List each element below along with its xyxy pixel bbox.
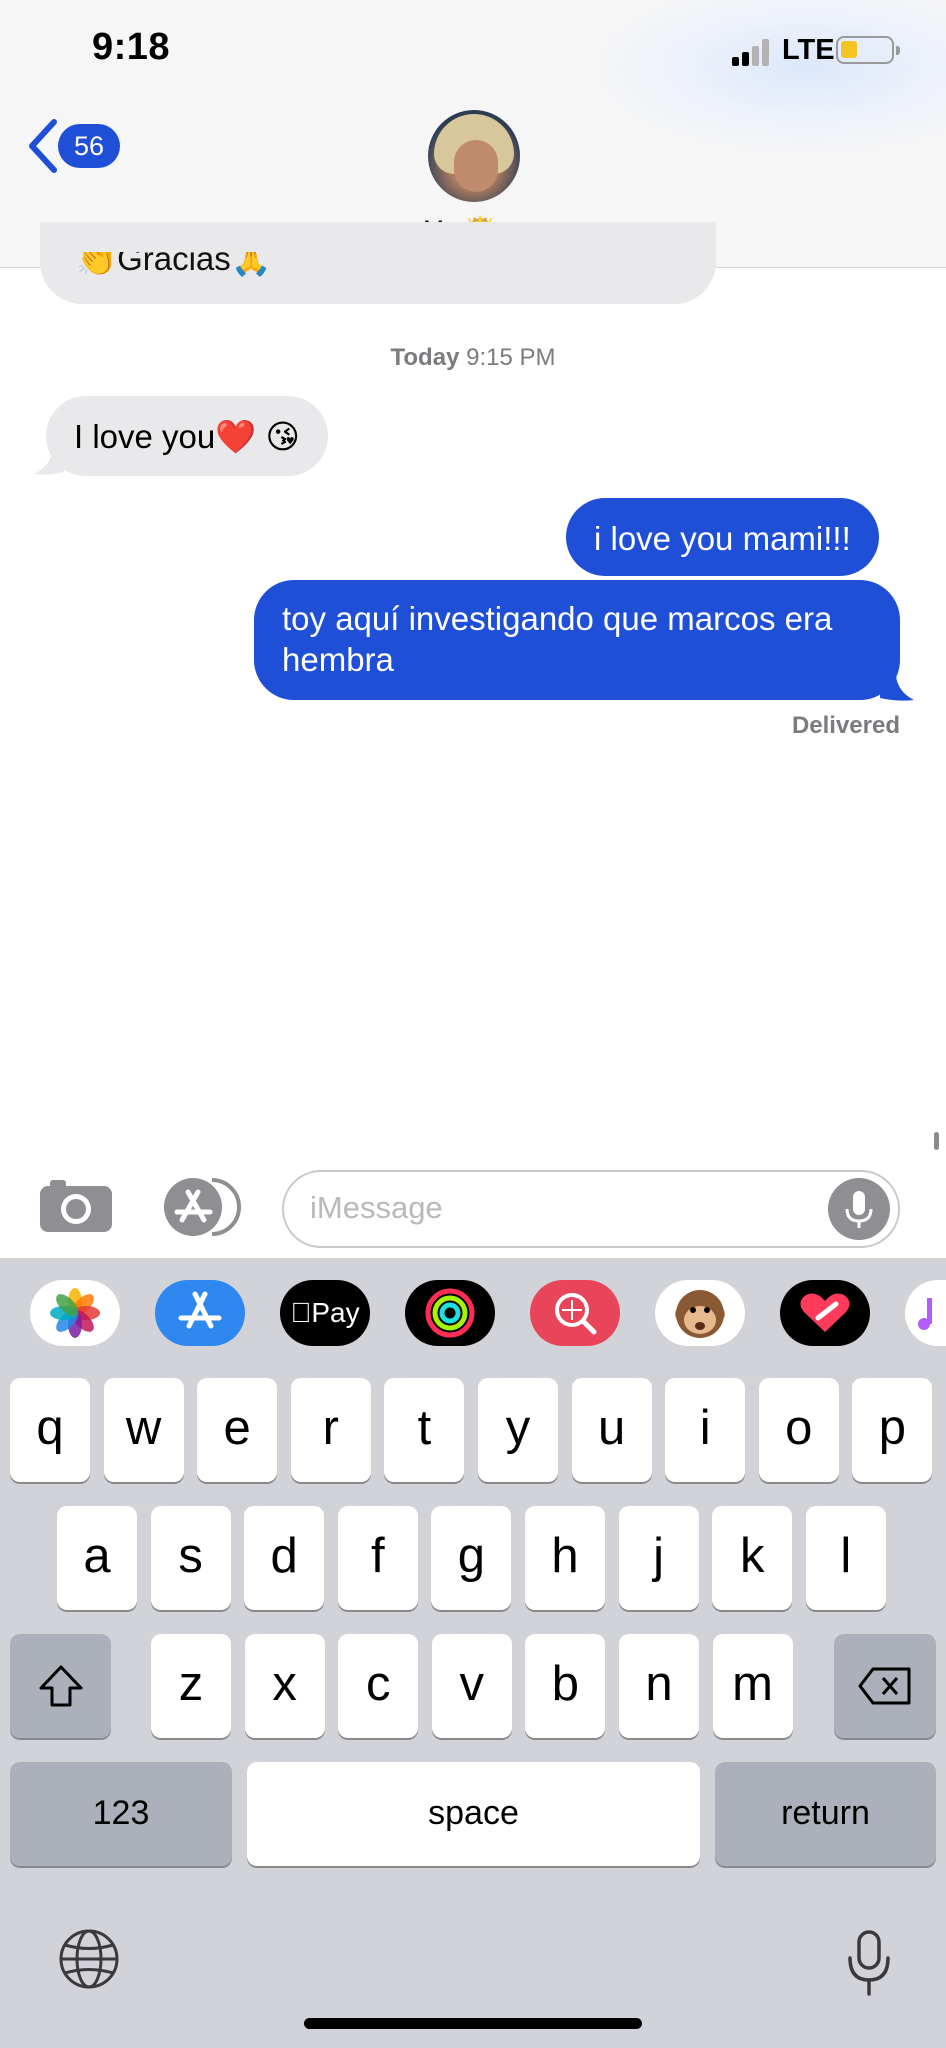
numbers-key[interactable]: 123 [10,1762,232,1866]
key-h[interactable]: h [525,1506,605,1610]
globe-icon[interactable] [58,1928,120,1990]
key-c[interactable]: c [338,1634,419,1738]
key-u[interactable]: u [571,1378,652,1482]
animoji-app-icon[interactable] [655,1280,745,1346]
message-input-placeholder[interactable]: iMessage [310,1190,443,1226]
key-q[interactable]: q [10,1378,90,1482]
key-f[interactable]: f [337,1506,418,1610]
camera-icon[interactable] [38,1176,114,1234]
key-o[interactable]: o [758,1378,839,1482]
shift-key[interactable] [10,1634,111,1738]
key-y[interactable]: y [478,1378,558,1482]
back-chevron-icon[interactable] [26,118,60,174]
contact-avatar[interactable] [428,110,520,202]
key-r[interactable]: r [290,1378,371,1482]
network-type: LTE [782,34,835,66]
key-x[interactable]: x [244,1634,325,1738]
apple-pay-app-icon[interactable]: Pay [280,1280,370,1346]
header-glow [600,0,946,150]
microphone-icon[interactable] [828,1178,890,1240]
digital-touch-app-icon[interactable] [780,1280,870,1346]
key-j[interactable]: j [618,1506,699,1610]
home-indicator[interactable] [304,2018,642,2029]
incoming-message-bubble[interactable]: I love you❤️ 😘 [46,396,328,476]
app-store-icon[interactable] [160,1176,242,1238]
key-t[interactable]: t [384,1378,465,1482]
signal-strength-icon [732,38,772,66]
key-s[interactable]: s [150,1506,231,1610]
delivered-status: Delivered [791,712,900,739]
delete-key[interactable] [834,1634,936,1738]
timestamp-day: Today [390,344,460,371]
key-v[interactable]: v [431,1634,512,1738]
apple-logo-icon:  [290,1297,311,1328]
battery-icon [836,36,900,64]
app-store-app-icon[interactable] [155,1280,245,1346]
activity-app-icon[interactable] [405,1280,495,1346]
key-d[interactable]: d [244,1506,325,1610]
key-i[interactable]: i [665,1378,746,1482]
key-m[interactable]: m [712,1634,793,1738]
key-g[interactable]: g [431,1506,512,1610]
status-time: 9:18 [92,26,171,68]
key-z[interactable]: z [151,1634,231,1738]
scroll-indicator[interactable] [934,1132,939,1150]
photos-app-icon[interactable] [30,1280,120,1346]
space-key[interactable]: space [247,1762,700,1866]
outgoing-message-bubble[interactable]: i love you mami!!! [566,498,879,576]
key-l[interactable]: l [805,1506,886,1610]
image-search-app-icon[interactable] [530,1280,620,1346]
key-b[interactable]: b [525,1634,606,1738]
key-a[interactable]: a [57,1506,137,1610]
apple-pay-label: Pay [300,1297,359,1328]
return-key[interactable]: return [715,1762,936,1866]
key-k[interactable]: k [712,1506,793,1610]
key-n[interactable]: n [619,1634,699,1738]
timestamp-time: 9:15 PM [466,344,556,371]
outgoing-message-bubble[interactable]: toy aquí investigando que marcos era hem… [254,580,900,700]
key-e[interactable]: e [197,1378,278,1482]
dictation-microphone-icon[interactable] [846,1928,892,2000]
conversation-timestamp: Today 9:15 PM [0,344,946,372]
key-p[interactable]: p [852,1378,933,1482]
back-button-unread-count[interactable]: 56 [58,124,120,168]
outgoing-bubble-tail [880,676,914,701]
key-w[interactable]: w [103,1378,184,1482]
